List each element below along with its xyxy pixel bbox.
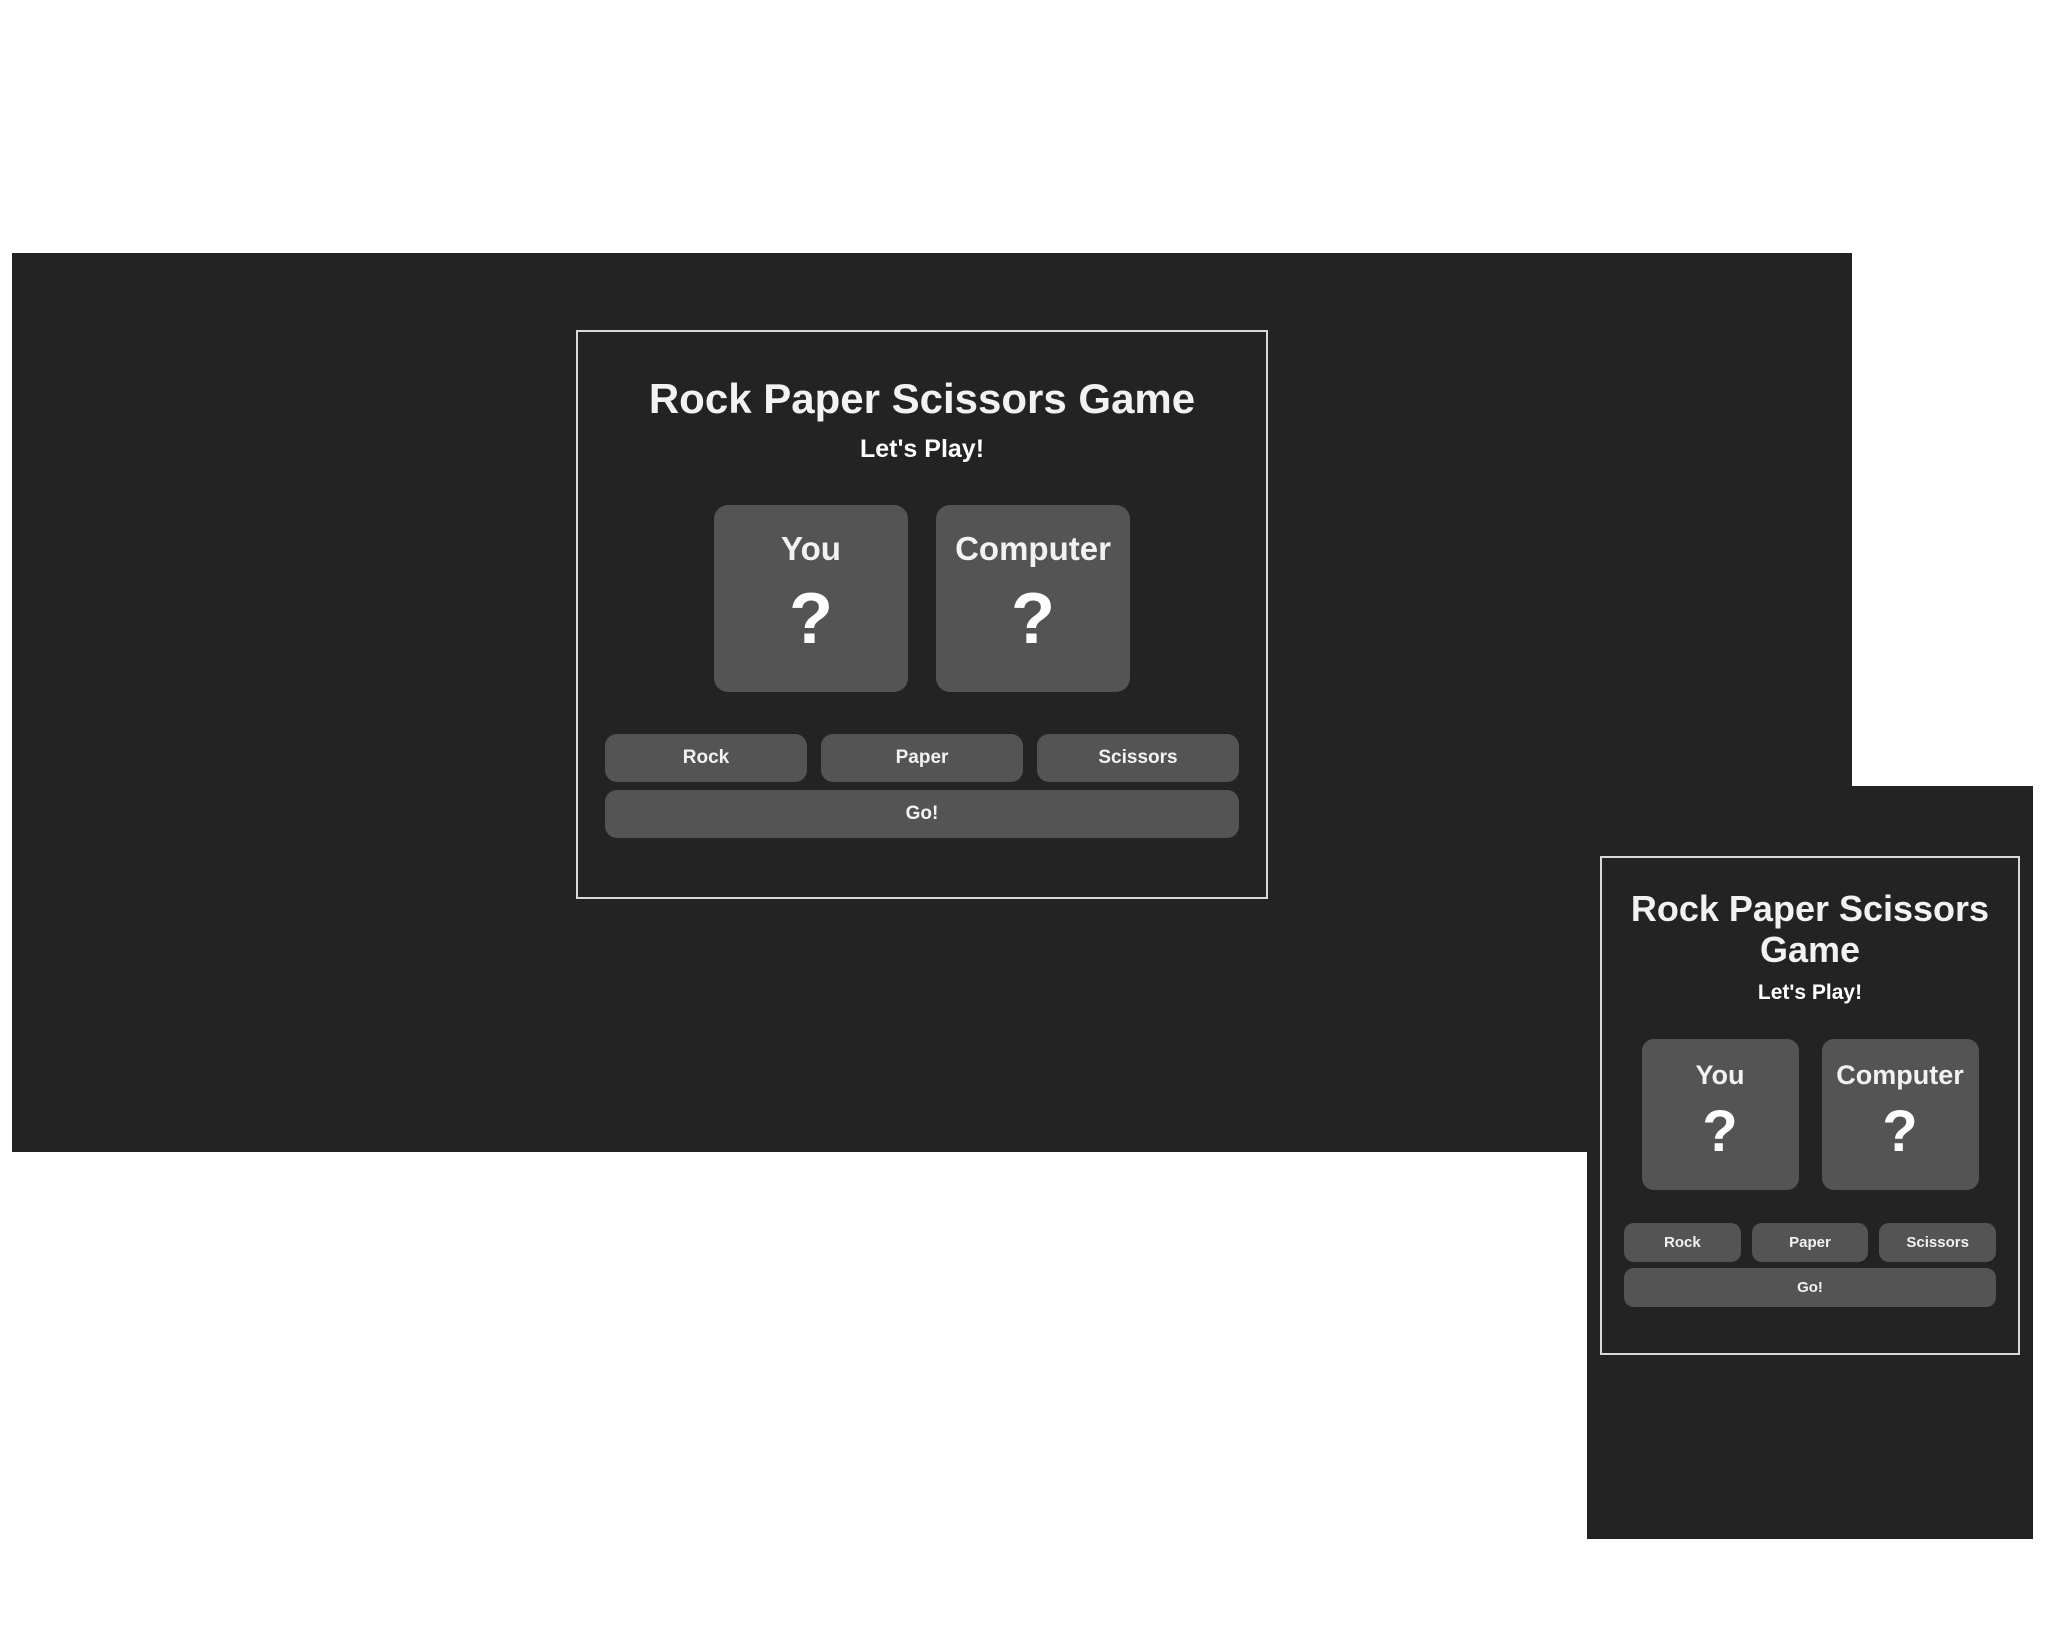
- paper-button[interactable]: Paper: [821, 734, 1023, 782]
- computer-question-icon: ?: [1882, 1099, 1918, 1164]
- computer-card: Computer ?: [936, 505, 1130, 692]
- desktop-view: Rock Paper Scissors Game Let's Play! You…: [12, 253, 1852, 1152]
- rock-button[interactable]: Rock: [605, 734, 807, 782]
- game-container: Rock Paper Scissors Game Let's Play! You…: [1600, 856, 2020, 1355]
- screenshot-canvas: Rock Paper Scissors Game Let's Play! You…: [0, 0, 2048, 1638]
- player-card: You ?: [714, 505, 908, 692]
- paper-button[interactable]: Paper: [1751, 1223, 1869, 1262]
- choice-buttons: Rock Paper Scissors: [1624, 1223, 1997, 1262]
- player-question-icon: ?: [1702, 1099, 1738, 1164]
- go-button[interactable]: Go!: [605, 790, 1239, 838]
- player-label: You: [1695, 1060, 1745, 1090]
- go-button[interactable]: Go!: [1624, 1268, 1996, 1307]
- choice-buttons: Rock Paper Scissors: [605, 734, 1239, 782]
- game-container: Rock Paper Scissors Game Let's Play! You…: [576, 330, 1268, 899]
- scissors-button[interactable]: Scissors: [1879, 1223, 1997, 1262]
- rock-button[interactable]: Rock: [1624, 1223, 1741, 1262]
- computer-label: Computer: [955, 530, 1111, 567]
- scissors-button[interactable]: Scissors: [1037, 734, 1239, 782]
- page-title: Rock Paper Scissors Game: [648, 375, 1196, 422]
- computer-question-icon: ?: [1011, 579, 1055, 659]
- player-card: You ?: [1641, 1039, 1799, 1190]
- computer-card: Computer ?: [1821, 1039, 1979, 1190]
- player-question-icon: ?: [789, 579, 833, 659]
- player-label: You: [781, 530, 841, 567]
- page-subtitle: Let's Play!: [859, 435, 985, 463]
- mobile-view: Rock Paper Scissors Game Let's Play! You…: [1587, 786, 2033, 1539]
- page-title: Rock Paper Scissors Game: [1630, 888, 1990, 970]
- choice-cards: You ? Computer ?: [578, 505, 1266, 692]
- choice-cards: You ? Computer ?: [1602, 1039, 2018, 1190]
- computer-label: Computer: [1836, 1060, 1964, 1090]
- page-subtitle: Let's Play!: [1757, 981, 1863, 1004]
